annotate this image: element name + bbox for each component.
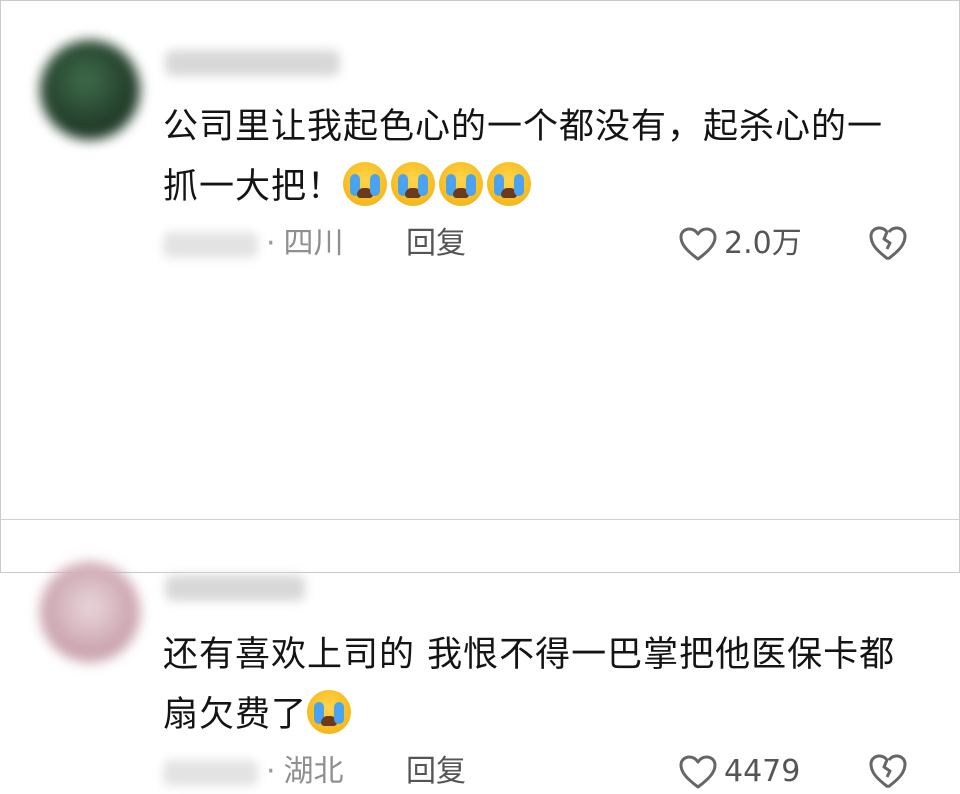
crying-face-emoji — [307, 690, 352, 734]
like-button[interactable]: 4479 — [678, 750, 800, 794]
username-blurred[interactable] — [165, 575, 305, 601]
broken-heart-icon[interactable] — [868, 224, 908, 262]
avatar[interactable] — [40, 562, 140, 662]
comment-item: 还有喜欢上司的 我恨不得一巴掌把他医保卡都扇欠费了 · 湖北 回复 4479 — [0, 270, 960, 789]
crying-face-emoji — [439, 162, 484, 206]
reply-button[interactable]: 回复 — [406, 222, 466, 266]
timestamp-blurred — [163, 231, 258, 258]
heart-outline-icon — [679, 755, 717, 789]
comment-item: 公司里让我起色心的一个都没有，起杀心的一抓一大把！ · 四川 回复 2.0万 — [0, 0, 960, 270]
reply-button[interactable]: 回复 — [406, 750, 466, 794]
comment-text: 公司里让我起色心的一个都没有，起杀心的一抓一大把！ — [163, 97, 903, 217]
emoji-cluster — [343, 162, 535, 207]
crying-face-emoji — [343, 162, 388, 206]
username-blurred[interactable] — [165, 50, 340, 76]
location: 湖北 — [283, 754, 344, 789]
separator-dot: · — [266, 226, 276, 261]
comment-meta: · 四川 回复 2.0万 — [163, 222, 923, 266]
crying-face-emoji — [391, 162, 436, 206]
separator-dot: · — [266, 754, 276, 789]
heart-outline-icon — [679, 227, 717, 261]
comment-body: 还有喜欢上司的 我恨不得一巴掌把他医保卡都扇欠费了 — [163, 635, 896, 735]
avatar[interactable] — [40, 40, 140, 140]
like-count: 2.0万 — [724, 226, 802, 261]
like-count: 4479 — [724, 754, 801, 789]
timestamp-blurred — [163, 759, 258, 786]
broken-heart-icon[interactable] — [868, 752, 908, 790]
comment-text: 还有喜欢上司的 我恨不得一巴掌把他医保卡都扇欠费了 — [163, 625, 903, 745]
location: 四川 — [283, 226, 344, 261]
bottom-divider — [0, 519, 960, 520]
crying-face-emoji — [487, 162, 532, 206]
like-button[interactable]: 2.0万 — [678, 222, 802, 266]
comment-meta: · 湖北 回复 4479 — [163, 750, 923, 794]
